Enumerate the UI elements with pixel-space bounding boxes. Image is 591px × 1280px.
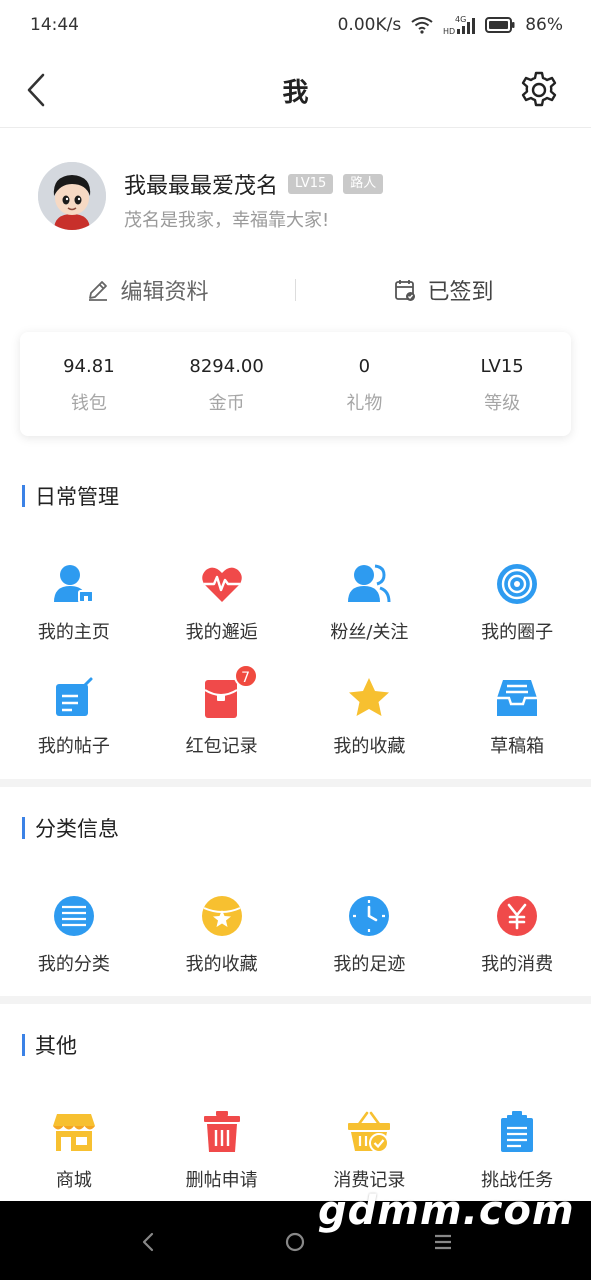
- menu-label: 我的分类: [37, 954, 110, 975]
- menu-label: 我的邂逅: [185, 622, 258, 643]
- stat-label: 礼物: [346, 393, 383, 414]
- menu-label: 我的主页: [37, 622, 110, 643]
- stat-level[interactable]: LV15 等级: [433, 332, 571, 436]
- menu-red-packet-records[interactable]: 7 红包记录: [148, 664, 296, 758]
- heartbeat-icon: [201, 567, 242, 602]
- clock-icon: [349, 896, 390, 936]
- section-title-category: 分类信息: [22, 813, 119, 843]
- menu-my-homepage[interactable]: 我的主页: [0, 562, 148, 644]
- stat-label: 等级: [484, 393, 521, 414]
- edit-post-icon: [55, 677, 93, 716]
- fans-icon: [348, 564, 391, 603]
- menu-challenge-tasks[interactable]: 挑战任务: [443, 1110, 591, 1192]
- menu-label: 粉丝/关注: [330, 622, 409, 643]
- signature: 茂名是我家，幸福靠大家!: [124, 210, 330, 231]
- nav-bar: 我: [0, 50, 591, 128]
- menu-my-spending[interactable]: 我的消费: [443, 894, 591, 976]
- yuan-icon: [497, 896, 538, 936]
- section-title-other: 其他: [22, 1030, 77, 1060]
- stats-card: 94.81 钱包 8294.00 金币 0 礼物 LV15 等级: [20, 332, 571, 436]
- stat-label: 钱包: [70, 393, 107, 414]
- shop-icon: [52, 1114, 95, 1151]
- checkin-button[interactable]: 已签到: [296, 274, 591, 306]
- menu-my-posts[interactable]: 我的帖子: [0, 676, 148, 758]
- stat-wallet[interactable]: 94.81 钱包: [20, 332, 158, 436]
- favorite-star-circle-icon: [201, 896, 242, 936]
- menu-label: 草稿箱: [490, 736, 545, 757]
- system-home-button[interactable]: [280, 1227, 310, 1257]
- stat-value: 94.81: [63, 356, 115, 377]
- page-title: 我: [282, 78, 309, 108]
- status-time: 14:44: [30, 15, 79, 35]
- basket-check-icon: [348, 1111, 391, 1153]
- menu-label: 商城: [55, 1170, 92, 1191]
- checkin-label: 已签到: [427, 280, 494, 305]
- profile-section: 我最最最爱茂名 LV15 路人 茂名是我家，幸福靠大家!: [0, 130, 591, 250]
- menu-my-favorites[interactable]: 我的收藏: [296, 676, 444, 758]
- status-bar: 14:44 0.00K/s HD 4G 86%: [0, 0, 591, 50]
- drafts-tray-icon: [497, 680, 538, 716]
- network-speed: 0.00K/s: [337, 15, 402, 35]
- list-circle-icon: [53, 896, 94, 936]
- menu-delete-post-request[interactable]: 删帖申请: [148, 1110, 296, 1192]
- wifi-icon: [411, 17, 433, 34]
- menu-label: 我的消费: [481, 954, 554, 975]
- menu-fans-follow[interactable]: 粉丝/关注: [296, 562, 444, 644]
- menu-label: 我的圈子: [481, 622, 554, 643]
- menu-category-favorites[interactable]: 我的收藏: [148, 894, 296, 976]
- role-badge: 路人: [343, 174, 384, 194]
- edit-profile-button[interactable]: 编辑资料: [0, 274, 295, 306]
- section-separator: [0, 996, 591, 1004]
- menu-shop[interactable]: 商城: [0, 1110, 148, 1192]
- menu-my-circle[interactable]: 我的圈子: [443, 562, 591, 644]
- watermark-text: gdmm.com: [318, 1188, 575, 1234]
- stat-coins[interactable]: 8294.00 金币: [158, 332, 296, 436]
- menu-my-category[interactable]: 我的分类: [0, 894, 148, 976]
- svg-text:HD: HD: [443, 27, 455, 35]
- section-separator: [0, 779, 591, 787]
- category-grid: 我的分类 我的收藏 我的足迹 我的消费: [0, 894, 591, 976]
- stat-value: 8294.00: [189, 356, 264, 377]
- menu-drafts[interactable]: 草稿箱: [443, 676, 591, 758]
- menu-label: 我的帖子: [37, 736, 110, 757]
- menu-spending-records[interactable]: 消费记录: [296, 1110, 444, 1192]
- menu-label: 删帖申请: [185, 1170, 258, 1191]
- daily-grid-row-2: 我的帖子 7 红包记录 我的收藏 草稿箱: [0, 664, 591, 758]
- signal-icon: HD 4G: [443, 15, 476, 35]
- pencil-icon: [89, 281, 108, 301]
- stat-gifts[interactable]: 0 礼物: [296, 332, 434, 436]
- battery-icon: [485, 17, 515, 33]
- menu-label: 我的收藏: [333, 736, 406, 757]
- clipboard-icon: [501, 1111, 534, 1152]
- notification-badge: 7: [233, 664, 258, 688]
- avatar[interactable]: [38, 162, 106, 230]
- menu-my-encounters[interactable]: 我的邂逅: [148, 562, 296, 644]
- circle-target-icon: [497, 564, 538, 604]
- section-title-daily: 日常管理: [22, 481, 119, 511]
- menu-my-footprints[interactable]: 我的足迹: [296, 894, 444, 976]
- system-back-button[interactable]: [133, 1227, 163, 1257]
- other-grid: 商城 删帖申请 消费记录 挑战任务: [0, 1110, 591, 1192]
- profile-actions: 编辑资料 已签到: [0, 262, 591, 318]
- star-icon: [349, 678, 390, 716]
- battery-percent: 86%: [525, 15, 563, 35]
- svg-text:4G: 4G: [455, 15, 466, 24]
- user-home-icon: [53, 565, 94, 603]
- menu-label: 我的足迹: [333, 954, 406, 975]
- stat-label: 金币: [208, 393, 245, 414]
- calendar-check-icon: [395, 280, 416, 301]
- username: 我最最最爱茂名: [124, 174, 279, 199]
- gear-icon[interactable]: [517, 68, 561, 112]
- stat-value: LV15: [480, 356, 524, 377]
- level-badge: LV15: [288, 174, 334, 194]
- menu-label: 红包记录: [185, 736, 258, 757]
- trash-icon: [203, 1111, 240, 1152]
- daily-grid-row-1: 我的主页 我的邂逅 粉丝/关注 我的圈子: [0, 562, 591, 644]
- edit-profile-label: 编辑资料: [120, 280, 209, 305]
- menu-label: 我的收藏: [185, 954, 258, 975]
- stat-value: 0: [358, 356, 371, 377]
